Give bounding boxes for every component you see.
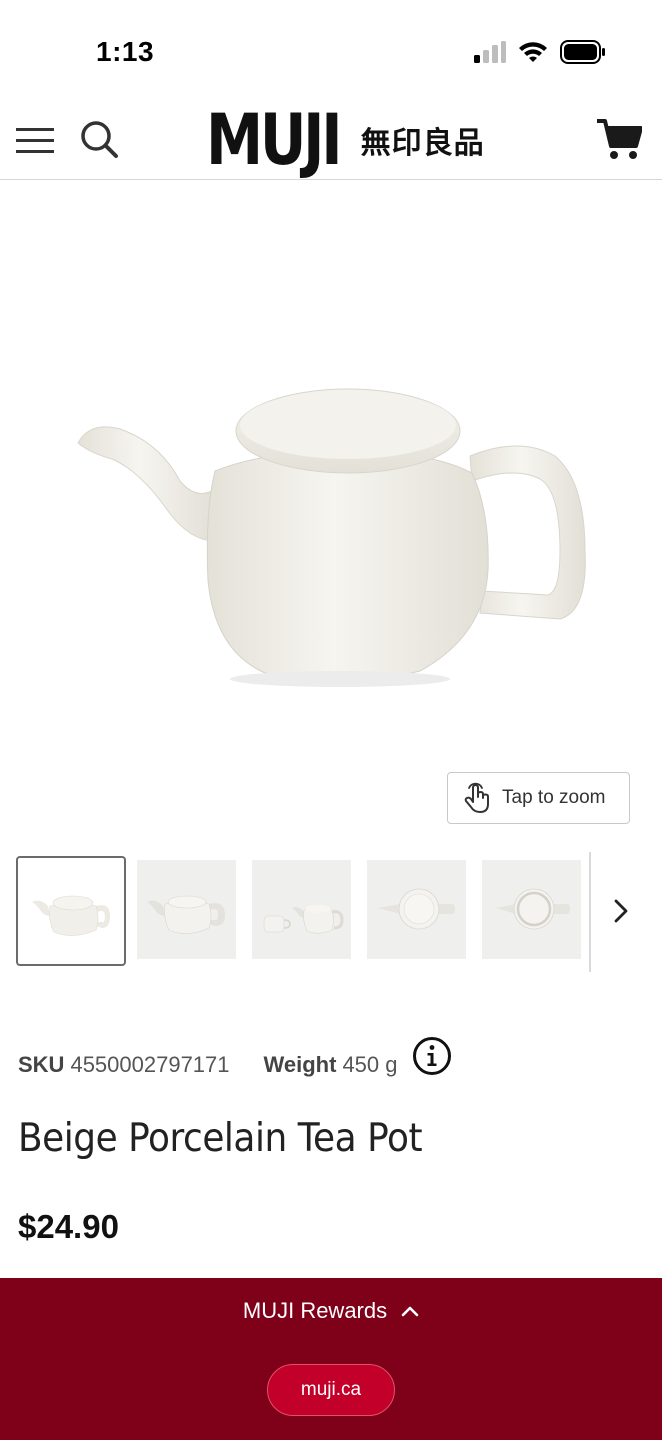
product-specs: SKU 4550002797171 Weight 450 g bbox=[18, 1052, 398, 1078]
chevron-up-icon bbox=[401, 1306, 419, 1317]
thumbnail-gallery bbox=[16, 852, 662, 972]
logo-wordmark: MUJI bbox=[206, 99, 343, 181]
thumbnail-4[interactable] bbox=[367, 860, 466, 959]
status-icons bbox=[474, 40, 606, 64]
thumbnail-teapot-side-image bbox=[137, 860, 236, 959]
product-price: $24.90 bbox=[18, 1208, 119, 1245]
thumbnail-teapot-top-view-image bbox=[367, 860, 466, 959]
thumbnails-next-button[interactable] bbox=[606, 896, 636, 926]
info-icon bbox=[413, 1037, 451, 1075]
muji-logo[interactable]: MUJI 無印良品 bbox=[206, 104, 485, 176]
thumbnail-1[interactable] bbox=[16, 856, 126, 966]
chevron-right-icon bbox=[614, 899, 628, 923]
status-time: 1:13 bbox=[96, 36, 155, 67]
cart-button[interactable] bbox=[596, 116, 643, 162]
thumbnail-2[interactable] bbox=[137, 860, 236, 959]
cellular-signal-icon bbox=[474, 41, 506, 63]
shopping-cart-icon bbox=[597, 119, 643, 159]
rewards-bar: MUJI Rewards muji.ca bbox=[0, 1278, 662, 1440]
thumbnail-teapot-open-top-image bbox=[482, 860, 581, 959]
sku-label: SKU bbox=[18, 1052, 65, 1077]
weight-value: 450 g bbox=[342, 1052, 398, 1077]
search-icon bbox=[81, 121, 118, 158]
wifi-icon bbox=[519, 42, 547, 62]
sku-value: 4550002797171 bbox=[70, 1052, 230, 1077]
thumbnail-teapot-front-image bbox=[32, 895, 110, 936]
browser-url-pill[interactable]: muji.ca bbox=[267, 1364, 395, 1416]
rewards-toggle[interactable]: MUJI Rewards bbox=[0, 1298, 662, 1324]
search-button[interactable] bbox=[78, 118, 120, 160]
tap-to-zoom-label: Tap to zoom bbox=[502, 787, 606, 808]
product-title: Beige Porcelain Tea Pot bbox=[18, 1116, 423, 1161]
tap-to-zoom-button[interactable]: Tap to zoom bbox=[447, 772, 630, 824]
info-button[interactable] bbox=[412, 1036, 452, 1076]
rewards-label: MUJI Rewards bbox=[242, 1298, 388, 1323]
touch-hand-icon bbox=[464, 782, 489, 813]
battery-icon bbox=[560, 40, 605, 64]
thumbnail-divider bbox=[589, 852, 591, 972]
product-main-image[interactable] bbox=[0, 181, 662, 821]
thumbnail-3[interactable] bbox=[252, 860, 351, 959]
hamburger-menu-icon bbox=[16, 128, 54, 153]
menu-button[interactable] bbox=[16, 120, 56, 160]
thumbnail-5[interactable] bbox=[482, 860, 581, 959]
status-bar: 1:13 bbox=[0, 0, 662, 100]
logo-japanese: 無印良品 bbox=[360, 126, 485, 161]
site-header: MUJI 無印良品 bbox=[0, 100, 662, 180]
weight-label: Weight bbox=[263, 1052, 337, 1077]
teapot-image bbox=[77, 388, 586, 687]
thumbnail-teapot-with-cup-image bbox=[252, 860, 351, 959]
